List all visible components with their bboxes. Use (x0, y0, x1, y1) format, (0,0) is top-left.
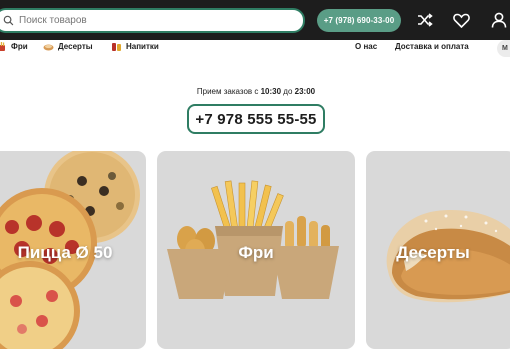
order-phone[interactable]: +7 978 555 55-55 (187, 104, 325, 134)
search-icon[interactable] (1, 14, 15, 28)
nav-delivery[interactable]: Доставка и оплата (395, 42, 469, 51)
user-icon[interactable] (489, 10, 509, 30)
card-title: Десерты (396, 243, 470, 262)
phone-button[interactable]: +7 (978) 690-33-00 (317, 9, 401, 32)
category-nav: Фри Десерты Напитки О нас Доставка и опл… (0, 40, 510, 58)
hours-middle: до (281, 87, 295, 96)
category-label: Напитки (126, 42, 159, 51)
search-input[interactable] (19, 15, 279, 26)
category-card-fries[interactable]: Фри (157, 151, 355, 349)
category-label: Десерты (58, 42, 93, 51)
top-bar: +7 (978) 690-33-00 (0, 0, 510, 40)
category-fries[interactable]: Фри (0, 42, 28, 51)
hours-from: 10:30 (260, 87, 282, 96)
drink-icon (111, 42, 122, 51)
category-desserts[interactable]: Десерты (43, 42, 93, 51)
category-drinks[interactable]: Напитки (111, 42, 159, 51)
avatar[interactable]: M (497, 40, 510, 57)
hours-prefix: Прием заказов с (196, 87, 261, 96)
card-title: Фри (238, 243, 274, 262)
nav-about[interactable]: О нас (355, 42, 377, 51)
category-card-desserts[interactable]: Десерты (366, 151, 510, 349)
card-title: Пицца Ø 50 (17, 243, 113, 262)
category-card-pizza[interactable]: Пицца Ø 50 (0, 151, 146, 349)
search-box[interactable] (0, 8, 305, 33)
order-hours: Прием заказов с 10:30 до 23:00 (0, 87, 510, 96)
category-label: Фри (11, 42, 28, 51)
heart-icon[interactable] (451, 10, 471, 30)
fries-icon (0, 42, 7, 51)
dessert-icon (43, 42, 54, 51)
shuffle-icon[interactable] (415, 10, 435, 30)
hours-to: 23:00 (294, 87, 316, 96)
